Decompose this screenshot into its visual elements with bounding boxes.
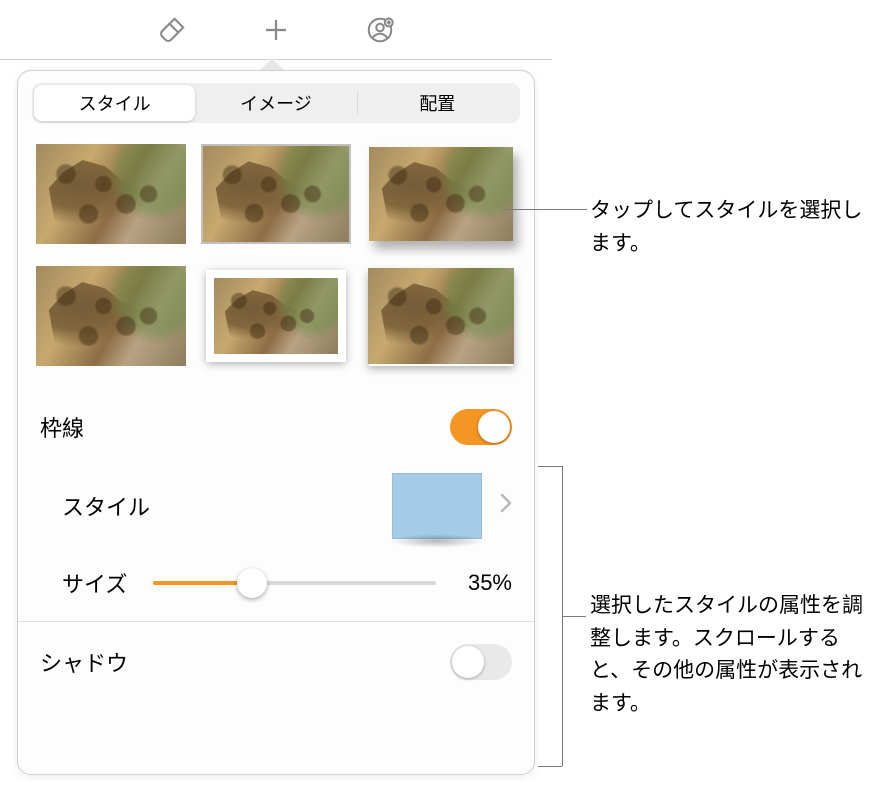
border-row: 枠線 <box>18 387 534 459</box>
border-toggle[interactable] <box>450 409 512 445</box>
tab-image[interactable]: イメージ <box>195 85 356 121</box>
chevron-right-icon <box>500 492 512 520</box>
shadow-label: シャドウ <box>40 646 128 678</box>
border-size-row: サイズ 35% <box>18 553 534 613</box>
tab-bar: スタイル イメージ 配置 <box>18 71 534 133</box>
collaborate-icon[interactable] <box>363 13 397 47</box>
style-option-5[interactable] <box>199 261 352 371</box>
style-option-6[interactable] <box>365 261 518 371</box>
tab-label: スタイル <box>79 90 151 116</box>
tab-arrange[interactable]: 配置 <box>357 85 518 121</box>
tab-style[interactable]: スタイル <box>34 85 195 121</box>
popover-caret <box>260 58 284 70</box>
style-option-2[interactable] <box>199 139 352 249</box>
border-size-slider[interactable] <box>153 568 436 598</box>
top-toolbar <box>0 0 552 60</box>
callout-text: タップしてスタイルを選択します。 <box>590 199 862 255</box>
callout-adjust-attributes: 選択したスタイルの属性を調整します。スクロールすると、その他の属性が表示されます… <box>590 590 880 720</box>
shadow-row: シャドウ <box>18 621 534 694</box>
style-option-1[interactable] <box>34 139 187 249</box>
format-panel: スタイル イメージ 配置 枠線 スタイル <box>17 70 535 775</box>
border-label: 枠線 <box>40 411 84 443</box>
border-style-row[interactable]: スタイル <box>18 459 534 553</box>
border-size-value: 35% <box>454 570 512 596</box>
callout-select-style: タップしてスタイルを選択します。 <box>590 195 875 260</box>
tab-label: イメージ <box>240 90 312 116</box>
style-option-3[interactable] <box>365 139 518 249</box>
border-style-label: スタイル <box>62 490 150 522</box>
tab-label: 配置 <box>419 90 455 116</box>
border-style-swatch <box>392 473 482 539</box>
plus-icon[interactable] <box>259 13 293 47</box>
border-size-label: サイズ <box>62 567 127 599</box>
style-thumbnail-grid <box>18 133 534 387</box>
format-brush-icon[interactable] <box>155 13 189 47</box>
callout-text: 選択したスタイルの属性を調整します。スクロールすると、その他の属性が表示されます… <box>590 594 863 715</box>
shadow-toggle[interactable] <box>450 644 512 680</box>
style-option-4[interactable] <box>34 261 187 371</box>
